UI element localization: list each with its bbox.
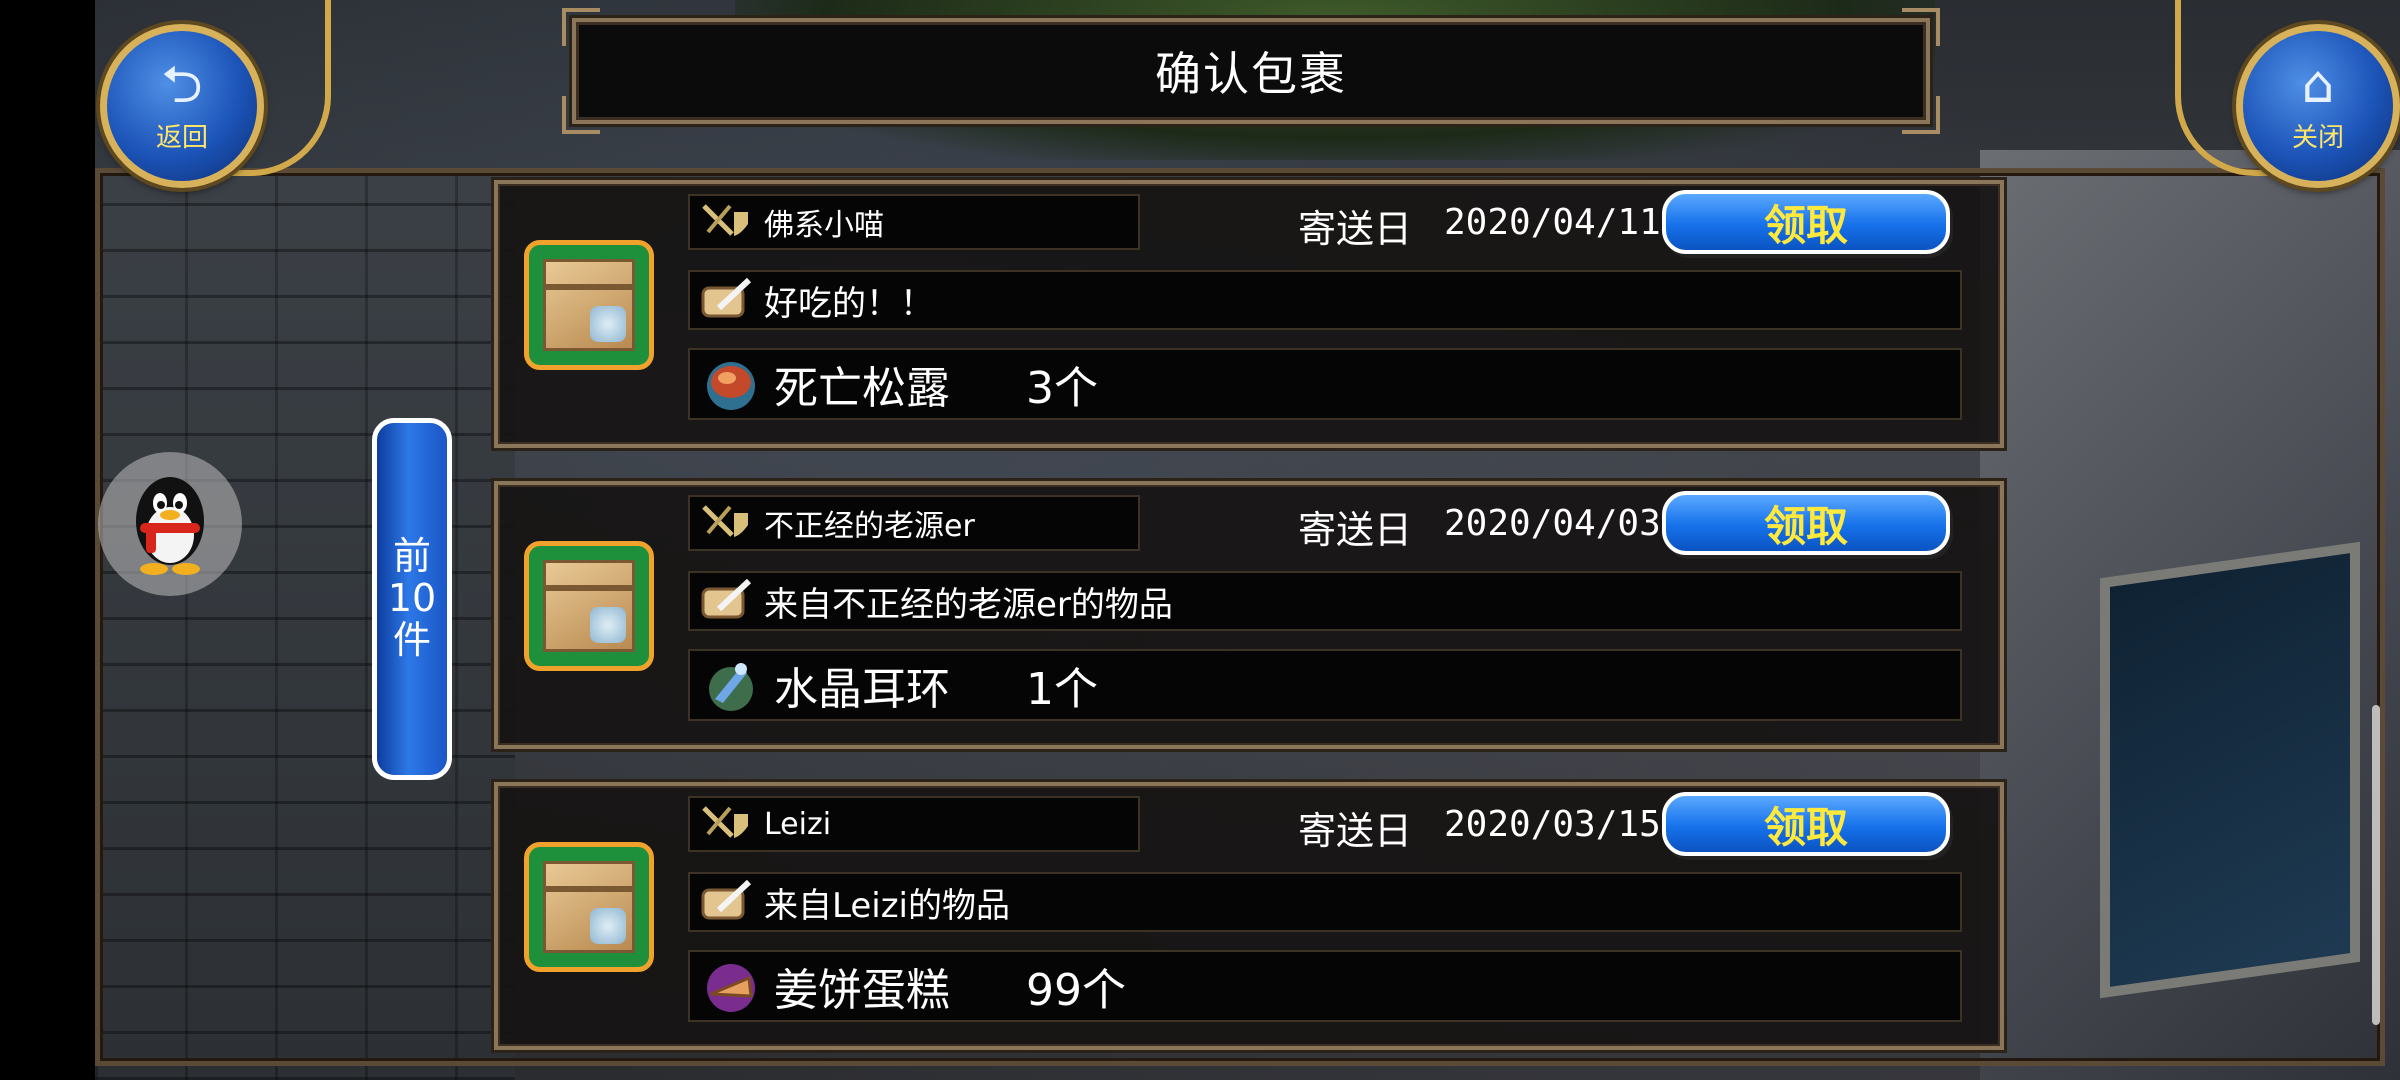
prev-button-label: 10 [387, 576, 437, 621]
message-row: 好吃的！！ [688, 270, 1962, 330]
send-date-label: 寄送日 [1298, 207, 1413, 251]
send-date: 2020/04/03 [1444, 503, 1661, 544]
item-quantity: 99个 [1026, 965, 1126, 1016]
item-row: 水晶耳环 1个 [688, 649, 1962, 721]
title-corner [562, 8, 600, 46]
qq-float-button[interactable] [98, 452, 242, 596]
sword-shield-icon [698, 199, 754, 245]
item-name: 死亡松露 [774, 363, 950, 414]
send-date-label: 寄送日 [1298, 809, 1413, 853]
scrollbar[interactable] [2372, 705, 2380, 1025]
message-text: 来自Leizi的物品 [764, 885, 1011, 926]
back-button[interactable]: ⮌ 返回 [100, 24, 264, 188]
cake-icon [698, 955, 764, 1017]
prev-10-button[interactable]: 前 10 件 [372, 418, 452, 780]
package-item: Leizi 寄送日 2020/03/15 领取 来自Leizi的物品 姜饼蛋糕 … [494, 782, 2004, 1050]
qq-penguin-icon [136, 477, 204, 575]
prev-button-label: 前 [392, 534, 431, 579]
sender-name: 佛系小喵 [764, 208, 884, 243]
sword-shield-icon [698, 500, 754, 546]
sender-name: 不正经的老源er [764, 509, 975, 544]
message-row: 来自不正经的老源er的物品 [688, 571, 1962, 631]
close-button-label: 关闭 [2291, 122, 2344, 153]
item-row: 死亡松露 3个 [688, 348, 1962, 420]
back-arrow-icon: ⮌ [161, 54, 203, 115]
item-quantity: 1个 [1026, 664, 1098, 715]
send-date-label: 寄送日 [1298, 508, 1413, 552]
title-bar: 确认包裹 [562, 8, 1940, 134]
send-date: 2020/03/15 [1444, 804, 1661, 845]
home-icon: ⌂ [2301, 54, 2335, 115]
meat-icon [698, 353, 764, 415]
item-row: 姜饼蛋糕 99个 [688, 950, 1962, 1022]
claim-button[interactable]: 领取 [1662, 190, 1950, 254]
package-box-icon [524, 842, 654, 972]
prev-button-label: 件 [392, 617, 431, 662]
sender-row: 不正经的老源er [688, 495, 1140, 551]
sender-name: Leizi [764, 806, 832, 842]
message-text: 好吃的！！ [764, 283, 934, 324]
sender-row: Leizi [688, 796, 1140, 852]
message-text: 来自不正经的老源er的物品 [764, 584, 1173, 625]
package-box-icon [524, 541, 654, 671]
package-item: 佛系小喵 寄送日 2020/04/11 领取 好吃的！！ 死亡松露 3个 [494, 180, 2004, 448]
earring-icon [698, 654, 764, 716]
package-item: 不正经的老源er 寄送日 2020/04/03 领取 来自不正经的老源er的物品… [494, 481, 2004, 749]
item-name: 水晶耳环 [774, 664, 950, 715]
scroll-quill-icon [698, 277, 754, 323]
title-corner [1902, 96, 1940, 134]
scroll-quill-icon [698, 879, 754, 925]
claim-button[interactable]: 领取 [1662, 792, 1950, 856]
send-date: 2020/04/11 [1444, 202, 1661, 243]
item-quantity: 3个 [1026, 363, 1098, 414]
claim-button[interactable]: 领取 [1662, 491, 1950, 555]
package-box-icon [524, 240, 654, 370]
page-title: 确认包裹 [1155, 47, 1347, 101]
item-name: 姜饼蛋糕 [774, 965, 950, 1016]
title-corner [1902, 8, 1940, 46]
sender-row: 佛系小喵 [688, 194, 1140, 250]
message-row: 来自Leizi的物品 [688, 872, 1962, 932]
close-button[interactable]: ⌂ 关闭 [2236, 24, 2400, 188]
back-button-label: 返回 [155, 122, 208, 153]
sword-shield-icon [698, 801, 754, 847]
title-corner [562, 96, 600, 134]
scroll-quill-icon [698, 578, 754, 624]
